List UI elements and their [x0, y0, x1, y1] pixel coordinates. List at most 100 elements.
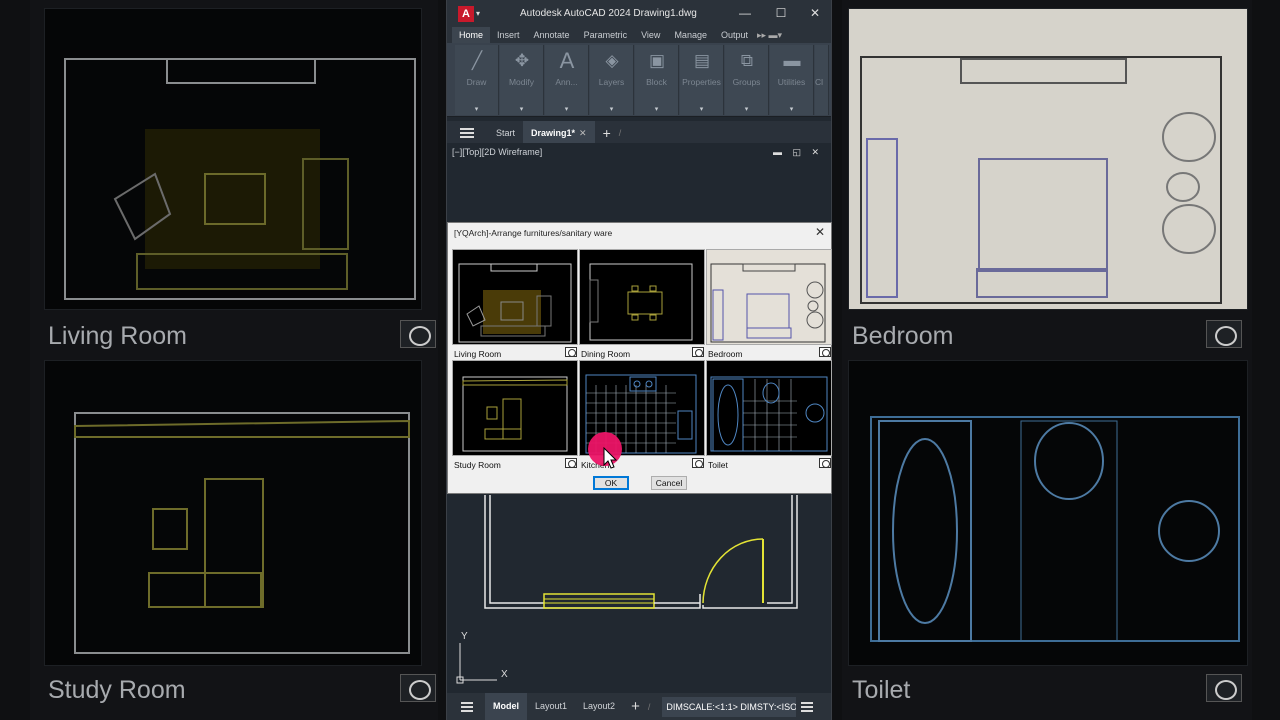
tab-manage[interactable]: Manage: [667, 27, 714, 43]
close-button[interactable]: ✕: [805, 5, 825, 21]
properties-icon: ▤: [693, 51, 711, 70]
living-room-drawing: [458, 263, 572, 343]
document-tabs: Start Drawing1* ✕ + /: [447, 121, 831, 145]
living-room-preview-drawing: [64, 58, 416, 300]
app-menu-caret-icon[interactable]: ▾: [476, 9, 480, 18]
preview-icon: [400, 674, 436, 702]
new-tab-button[interactable]: +: [603, 125, 611, 141]
preview-icon[interactable]: [692, 458, 704, 468]
panel-label: Block: [646, 77, 667, 87]
block-icon: ▣: [648, 51, 666, 70]
tab-drawing1[interactable]: Drawing1* ✕: [523, 121, 595, 145]
menu-icon[interactable]: [460, 128, 474, 138]
panel-label: Cl: [815, 77, 824, 87]
chevron-down-icon: ▾: [654, 106, 659, 113]
close-icon[interactable]: ✕: [579, 128, 587, 138]
panel-label: Groups: [732, 77, 761, 87]
chevron-down-icon: ▾: [474, 106, 479, 113]
right-preview-panel: Bedroom Toilet: [842, 0, 1252, 720]
study-room-drawing: [462, 376, 568, 452]
study-room-preview: [44, 360, 422, 666]
toilet-thumbnail: [706, 360, 832, 456]
dining-room-thumbnail: [579, 249, 705, 345]
tab-output[interactable]: Output: [714, 27, 755, 43]
tab-model[interactable]: Model: [485, 693, 527, 720]
panel-draw[interactable]: ╱ Draw ▾: [455, 45, 499, 115]
chevron-down-icon: ▾: [744, 106, 749, 113]
panel-label: Ann...: [555, 77, 578, 87]
tab-layout1[interactable]: Layout1: [527, 693, 575, 720]
option-bedroom[interactable]: Bedroom: [706, 249, 832, 360]
preview-icon: [400, 320, 436, 348]
panel-modify[interactable]: ✥ Modify ▾: [500, 45, 544, 115]
option-label: Dining Room: [581, 349, 631, 359]
cancel-button[interactable]: Cancel: [651, 476, 687, 490]
preview-icon[interactable]: [692, 347, 704, 357]
tab-insert[interactable]: Insert: [490, 27, 527, 43]
new-layout-button[interactable]: +: [631, 698, 640, 715]
tab-start[interactable]: Start: [488, 128, 523, 138]
bedroom-preview: [848, 8, 1248, 310]
chevron-down-icon: ▾: [699, 106, 704, 113]
study-room-thumbnail: [452, 360, 578, 456]
tab-home[interactable]: Home: [452, 27, 491, 43]
toilet-preview-drawing: [870, 416, 1240, 642]
study-room-caption: Study Room: [48, 676, 186, 704]
preview-icon: [1206, 320, 1242, 348]
option-dining-room[interactable]: Dining Room: [579, 249, 705, 360]
menu-icon[interactable]: [461, 701, 473, 712]
autocad-logo-icon[interactable]: A: [458, 5, 474, 22]
tab-parametric[interactable]: Parametric: [577, 27, 635, 43]
tab-label: Drawing1*: [531, 128, 576, 138]
preview-icon[interactable]: [565, 458, 577, 468]
more-tabs-icon[interactable]: ▸▸ ▬▾: [757, 30, 782, 41]
preview-icon[interactable]: [819, 347, 831, 357]
panel-label: Layers: [598, 77, 625, 87]
y-axis-label: Y: [461, 631, 468, 642]
toilet-preview: [848, 360, 1248, 666]
left-preview-panel: Living Room Study Room: [30, 0, 438, 720]
panel-groups[interactable]: ⧉ Groups ▾: [725, 45, 769, 115]
bedroom-thumbnail: [706, 249, 832, 345]
panel-annotation[interactable]: A Ann... ▾: [545, 45, 589, 115]
option-living-room[interactable]: Living Room: [452, 249, 578, 360]
option-toilet[interactable]: Toilet: [706, 360, 832, 471]
panel-block[interactable]: ▣ Block ▾: [635, 45, 679, 115]
option-label: Study Room: [454, 460, 501, 470]
groups-icon: ⧉: [740, 51, 754, 70]
x-axis-label: X: [501, 669, 508, 680]
dialog-close-button[interactable]: ✕: [815, 225, 825, 239]
chevron-down-icon: ▾: [789, 106, 794, 113]
living-room-caption: Living Room: [48, 322, 187, 350]
chevron-down-icon: ▾: [564, 106, 569, 113]
chevron-down-icon: ▾: [609, 106, 614, 113]
preview-icon[interactable]: [565, 347, 577, 357]
tab-separator: /: [618, 128, 622, 138]
tab-annotate[interactable]: Annotate: [527, 27, 577, 43]
panel-clipboard[interactable]: Cl: [815, 45, 829, 115]
tab-layout2[interactable]: Layout2: [575, 693, 623, 720]
panel-utilities[interactable]: ▬ Utilities ▾: [770, 45, 814, 115]
bedroom-drawing: [710, 263, 826, 343]
living-room-preview: [44, 8, 422, 310]
customization-menu-icon[interactable]: [801, 701, 814, 712]
option-study-room[interactable]: Study Room: [452, 360, 578, 471]
status-readout[interactable]: DIMSCALE:<1:1> DIMSTY:<ISO-: [662, 696, 797, 717]
mouse-cursor-icon: [603, 447, 617, 469]
dialog-title: [YQArch]-Arrange furnitures/sanitary war…: [454, 228, 613, 238]
tab-view[interactable]: View: [634, 27, 667, 43]
preview-icon[interactable]: [819, 458, 831, 468]
ribbon-tabs: Home Insert Annotate Parametric View Man…: [447, 27, 831, 43]
toilet-drawing: [710, 376, 828, 452]
maximize-button[interactable]: ☐: [771, 5, 791, 21]
ok-button[interactable]: OK: [593, 476, 629, 490]
bedroom-preview-drawing: [860, 56, 1222, 304]
option-label: Living Room: [454, 349, 502, 359]
layers-icon: ◈: [605, 51, 619, 70]
panel-layers[interactable]: ◈ Layers ▾: [590, 45, 634, 115]
panel-properties[interactable]: ▤ Properties ▾: [680, 45, 724, 115]
dining-room-drawing: [589, 263, 693, 341]
ribbon-panels: ╱ Draw ▾ ✥ Modify ▾ A Ann... ▾ ◈ Layers …: [447, 43, 831, 117]
minimize-button[interactable]: —: [735, 5, 755, 21]
screen: Living Room Study Room Bedroom Toilet A …: [0, 0, 1280, 720]
